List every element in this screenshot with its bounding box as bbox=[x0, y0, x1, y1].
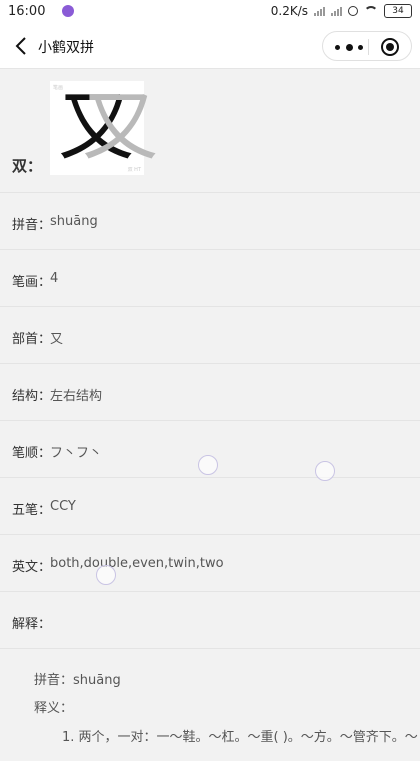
alarm-icon bbox=[348, 6, 358, 16]
info-row-structure: 结构： 左右结构 bbox=[0, 364, 420, 421]
status-time: 16:00 bbox=[8, 4, 46, 19]
page-title: 小鹤双拼 bbox=[38, 40, 94, 56]
battery-icon: 34 bbox=[384, 4, 412, 18]
touch-indicator bbox=[96, 565, 116, 585]
info-row-radical: 部首： 又 bbox=[0, 307, 420, 364]
row-value: 又 bbox=[50, 332, 64, 347]
char-glyph-right: 又 bbox=[82, 82, 158, 171]
close-mini-program-icon[interactable] bbox=[381, 38, 399, 56]
app-notification-icon bbox=[62, 5, 74, 17]
row-label: 英文： bbox=[12, 560, 52, 575]
explanation-block: 拼音：shuāng 释义： 1. 两个，一对：一～鞋。～杠。～重( )。～方。～… bbox=[0, 651, 420, 761]
character-image: 笔画 又 又 双 HT bbox=[50, 81, 158, 175]
touch-indicator bbox=[198, 455, 218, 475]
row-label: 结构： bbox=[12, 389, 52, 404]
status-right: 0.2K/s 34 bbox=[271, 4, 412, 18]
mini-program-capsule bbox=[322, 31, 412, 61]
row-value: shuāng bbox=[50, 214, 98, 229]
character-row: 双： 笔画 又 又 双 HT bbox=[0, 69, 420, 193]
row-value: フ丶フ丶 bbox=[50, 446, 103, 461]
more-menu-icon[interactable] bbox=[335, 40, 363, 54]
info-row-wubi: 五笔： CCY bbox=[0, 478, 420, 535]
row-label: 笔顺： bbox=[12, 446, 52, 461]
info-row-pinyin: 拼音： shuāng bbox=[0, 193, 420, 250]
signal-icon-2 bbox=[331, 6, 342, 16]
info-row-explanation: 解释： bbox=[0, 592, 420, 649]
info-row-english: 英文： both,double,even,twin,two bbox=[0, 535, 420, 592]
row-value: 4 bbox=[50, 271, 59, 286]
char-image-caption-bottom: 双 HT bbox=[127, 167, 141, 173]
explanation-pinyin: 拼音：shuāng bbox=[34, 673, 121, 688]
info-row-strokes: 笔画： 4 bbox=[0, 250, 420, 307]
explanation-item: 1. 两个，一对：一～鞋。～杠。～重( )。～方。～管齐下。～ bbox=[62, 730, 418, 745]
row-label: 解释： bbox=[12, 617, 52, 632]
row-label: 部首： bbox=[12, 332, 52, 347]
network-speed: 0.2K/s bbox=[270, 4, 308, 18]
nav-bar: 小鹤双拼 bbox=[0, 24, 420, 69]
row-label: 笔画： bbox=[12, 275, 52, 290]
explanation-meaning-label: 释义： bbox=[34, 701, 74, 716]
row-value: 左右结构 bbox=[50, 389, 103, 404]
signal-icon bbox=[314, 6, 325, 16]
touch-indicator bbox=[315, 461, 335, 481]
capsule-divider bbox=[368, 39, 369, 55]
status-bar: 16:00 0.2K/s 34 bbox=[0, 0, 420, 24]
row-value: CCY bbox=[50, 499, 76, 514]
wifi-icon bbox=[364, 6, 378, 16]
character-label: 双： bbox=[12, 157, 43, 175]
row-label: 拼音： bbox=[12, 218, 52, 233]
back-arrow-icon[interactable] bbox=[12, 36, 32, 56]
row-label: 五笔： bbox=[12, 503, 52, 518]
row-value: both,double,even,twin,two bbox=[50, 556, 224, 571]
